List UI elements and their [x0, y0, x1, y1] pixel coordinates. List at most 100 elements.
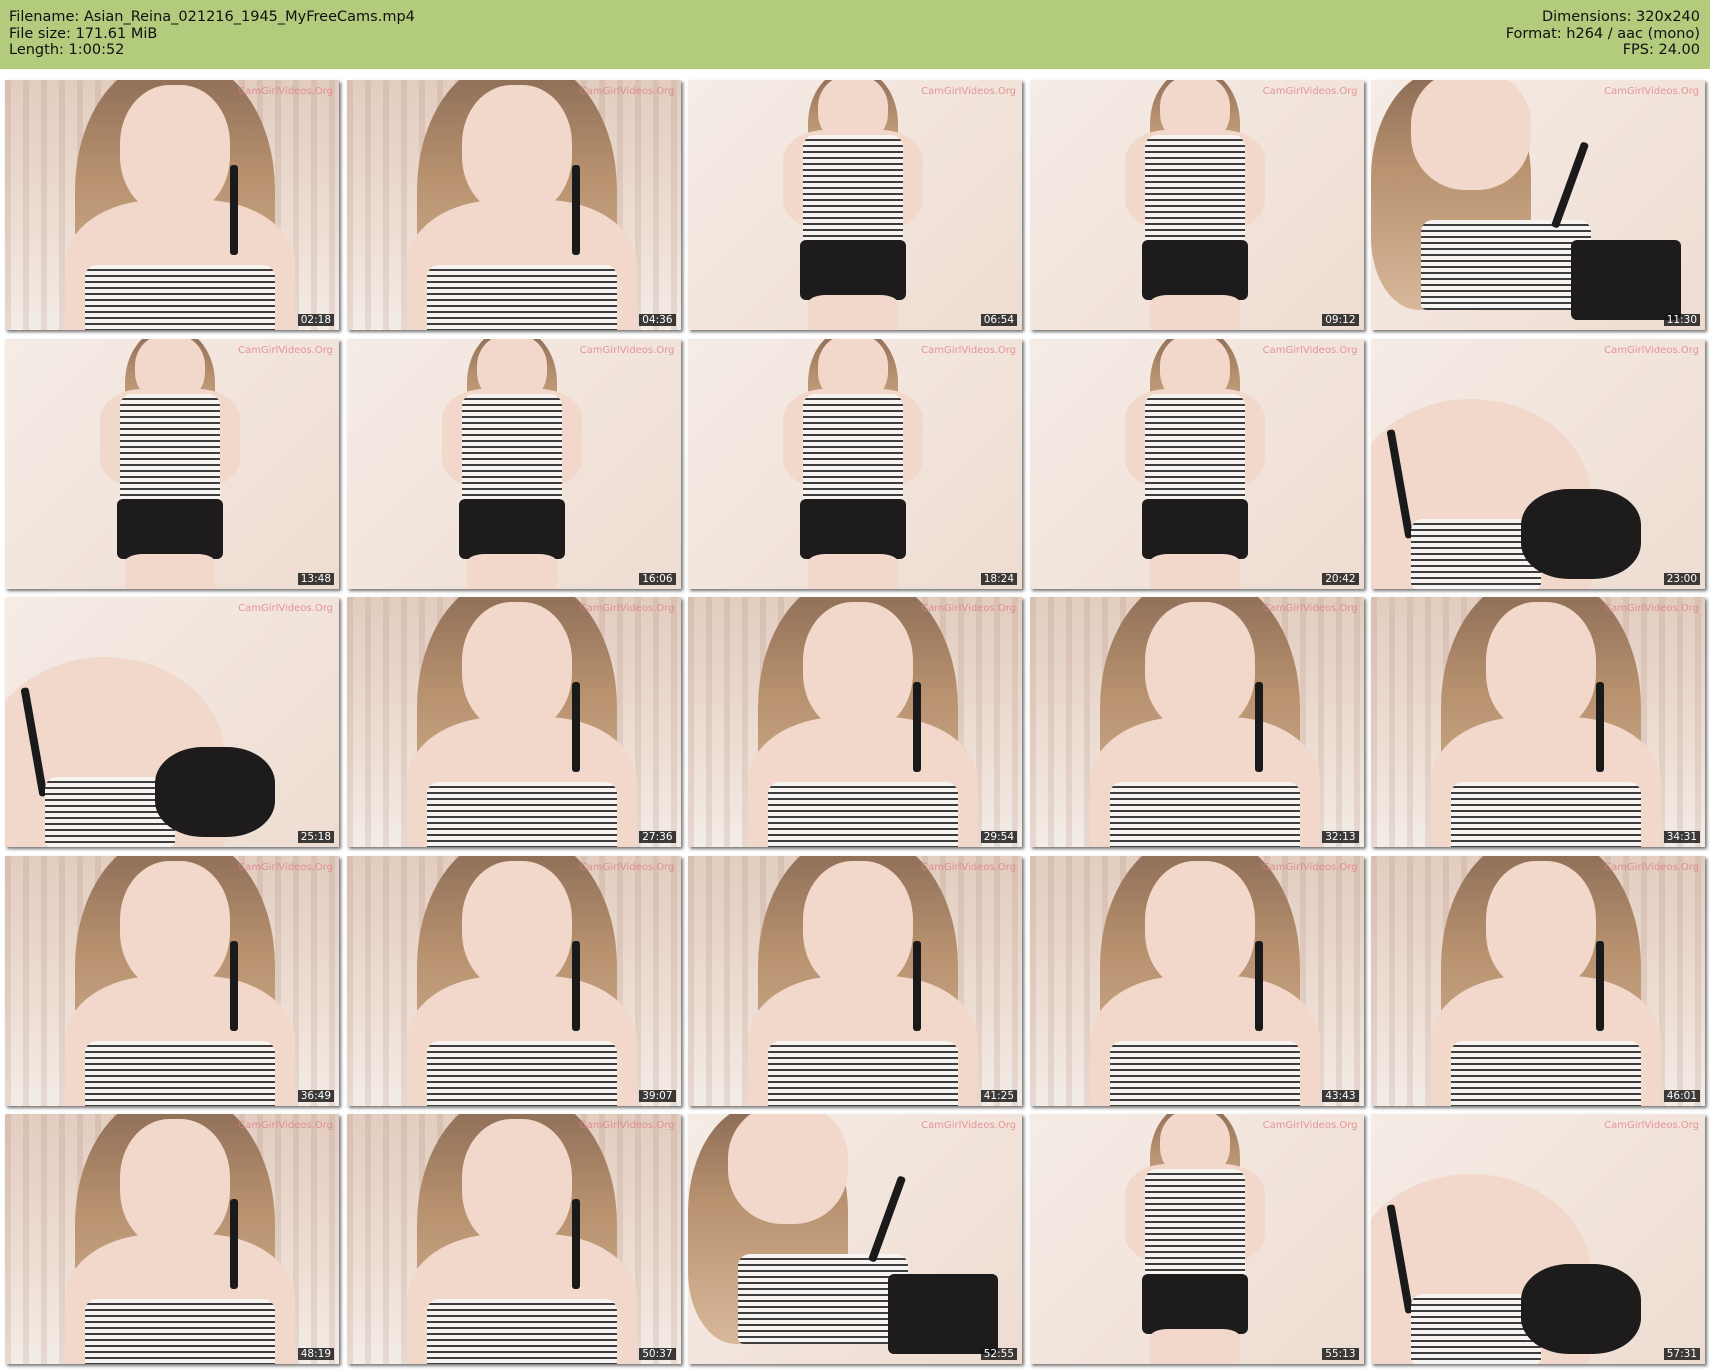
watermark-text: CamGirlVideos.Org	[1604, 344, 1699, 356]
timestamp-label: 06:54	[980, 314, 1017, 326]
timestamp-label: 29:54	[980, 831, 1017, 843]
video-frame-thumbnail: CamGirlVideos.Org 48:19	[5, 1114, 339, 1364]
watermark-text: CamGirlVideos.Org	[1604, 603, 1699, 614]
video-frame-thumbnail: CamGirlVideos.Org 39:07	[346, 855, 681, 1106]
watermark-text: CamGirlVideos.Org	[238, 86, 333, 97]
watermark-text: CamGirlVideos.Org	[921, 86, 1016, 97]
watermark-text: CamGirlVideos.Org	[238, 861, 333, 873]
video-frame-thumbnail: CamGirlVideos.Org 55:13	[1029, 1114, 1364, 1364]
timestamp-label: 04:36	[639, 314, 676, 326]
person-figure	[688, 338, 1022, 589]
timestamp-label: 52:55	[980, 1348, 1017, 1360]
video-frame-thumbnail: CamGirlVideos.Org 25:18	[5, 597, 339, 847]
person-figure	[1030, 80, 1364, 330]
filesize-text: File size: 171.61 MiB	[9, 25, 158, 42]
timestamp-label: 55:13	[1322, 1348, 1359, 1360]
video-frame-thumbnail: CamGirlVideos.Org 20:42	[1029, 338, 1364, 589]
timestamp-label: 32:13	[1322, 831, 1359, 843]
timestamp-label: 09:12	[1322, 314, 1359, 326]
timestamp-label: 39:07	[639, 1089, 676, 1102]
video-frame-thumbnail: CamGirlVideos.Org 36:49	[5, 855, 339, 1106]
watermark-text: CamGirlVideos.Org	[1604, 86, 1699, 97]
person-figure	[5, 597, 339, 847]
timestamp-label: 50:37	[639, 1348, 676, 1360]
watermark-text: CamGirlVideos.Org	[1262, 861, 1358, 873]
timestamp-label: 41:25	[980, 1089, 1017, 1102]
watermark-text: CamGirlVideos.Org	[579, 603, 675, 614]
watermark-text: CamGirlVideos.Org	[1262, 603, 1358, 614]
video-frame-thumbnail: CamGirlVideos.Org 04:36	[346, 80, 681, 330]
video-frame-thumbnail: CamGirlVideos.Org 23:00	[1371, 338, 1705, 589]
watermark-text: CamGirlVideos.Org	[579, 861, 675, 873]
timestamp-label: 34:31	[1663, 831, 1700, 843]
video-frame-thumbnail: CamGirlVideos.Org 09:12	[1029, 80, 1364, 330]
video-frame-thumbnail: CamGirlVideos.Org 57:31	[1371, 1114, 1705, 1364]
watermark-text: CamGirlVideos.Org	[1262, 1120, 1358, 1131]
person-figure	[1371, 597, 1705, 847]
person-figure	[1371, 339, 1705, 589]
watermark-text: CamGirlVideos.Org	[1262, 344, 1358, 356]
watermark-text: CamGirlVideos.Org	[921, 603, 1016, 614]
person-figure	[5, 855, 339, 1106]
video-frame-thumbnail: CamGirlVideos.Org 50:37	[346, 1114, 681, 1364]
person-figure	[347, 855, 681, 1106]
person-figure	[1371, 1114, 1705, 1364]
person-figure	[1030, 1114, 1364, 1364]
video-frame-thumbnail: CamGirlVideos.Org 29:54	[688, 597, 1022, 847]
person-figure	[1030, 855, 1364, 1106]
person-figure	[688, 1114, 1022, 1364]
video-frame-thumbnail: CamGirlVideos.Org 32:13	[1029, 597, 1364, 847]
timestamp-label: 43:43	[1322, 1089, 1359, 1102]
timestamp-label: 57:31	[1663, 1348, 1700, 1360]
video-frame-thumbnail: CamGirlVideos.Org 11:30	[1371, 80, 1705, 330]
timestamp-label: 27:36	[639, 831, 676, 843]
person-figure	[5, 338, 339, 589]
timestamp-label: 16:06	[639, 572, 676, 585]
person-figure	[347, 338, 681, 589]
thumbnail-grid: CamGirlVideos.Org 02:18 CamGirlVideos.Org 0…	[5, 80, 1705, 1365]
format-text: Format: h264 / aac (mono)	[1505, 25, 1700, 42]
person-figure	[1371, 855, 1705, 1106]
video-frame-thumbnail: CamGirlVideos.Org 27:36	[346, 597, 681, 847]
file-info-right: Dimensions: 320x240 Format: h264 / aac (…	[1506, 9, 1700, 59]
watermark-text: CamGirlVideos.Org	[579, 86, 675, 97]
video-frame-thumbnail: CamGirlVideos.Org 34:31	[1371, 597, 1705, 847]
timestamp-label: 20:42	[1322, 572, 1359, 585]
person-figure	[688, 597, 1022, 847]
watermark-text: CamGirlVideos.Org	[579, 344, 675, 356]
watermark-text: CamGirlVideos.Org	[238, 344, 333, 356]
watermark-text: CamGirlVideos.Org	[238, 1120, 333, 1131]
info-header: Filename: Asian_Reina_021216_1945_MyFree…	[0, 0, 1710, 69]
video-frame-thumbnail: CamGirlVideos.Org 41:25	[688, 855, 1022, 1106]
timestamp-label: 25:18	[297, 831, 334, 843]
file-info-left: Filename: Asian_Reina_021216_1945_MyFree…	[9, 9, 415, 59]
video-frame-thumbnail: CamGirlVideos.Org 46:01	[1371, 855, 1705, 1106]
timestamp-label: 02:18	[297, 314, 334, 326]
person-figure	[347, 1114, 681, 1364]
video-frame-thumbnail: CamGirlVideos.Org 16:06	[346, 338, 681, 589]
person-figure	[5, 80, 339, 330]
video-frame-thumbnail: CamGirlVideos.Org 13:48	[5, 338, 339, 589]
person-figure	[1030, 597, 1364, 847]
video-frame-thumbnail: CamGirlVideos.Org 18:24	[688, 338, 1022, 589]
video-frame-thumbnail: CamGirlVideos.Org 43:43	[1029, 855, 1364, 1106]
watermark-text: CamGirlVideos.Org	[921, 344, 1016, 356]
dimensions-text: Dimensions: 320x240	[1541, 9, 1700, 25]
person-figure	[1371, 80, 1705, 330]
watermark-text: CamGirlVideos.Org	[238, 603, 333, 614]
timestamp-label: 23:00	[1663, 572, 1700, 585]
watermark-text: CamGirlVideos.Org	[921, 861, 1016, 873]
video-frame-thumbnail: CamGirlVideos.Org 02:18	[5, 80, 339, 330]
filename-text: Filename: Asian_Reina_021216_1945_MyFree…	[9, 9, 415, 25]
watermark-text: CamGirlVideos.Org	[1262, 86, 1358, 97]
person-figure	[688, 80, 1022, 330]
timestamp-label: 46:01	[1663, 1089, 1700, 1102]
person-figure	[5, 1114, 339, 1364]
watermark-text: CamGirlVideos.Org	[1604, 861, 1699, 873]
watermark-text: CamGirlVideos.Org	[1604, 1120, 1699, 1131]
watermark-text: CamGirlVideos.Org	[921, 1120, 1016, 1131]
timestamp-label: 11:30	[1663, 314, 1700, 326]
timestamp-label: 48:19	[297, 1348, 334, 1360]
timestamp-label: 18:24	[980, 572, 1017, 585]
person-figure	[347, 597, 681, 847]
